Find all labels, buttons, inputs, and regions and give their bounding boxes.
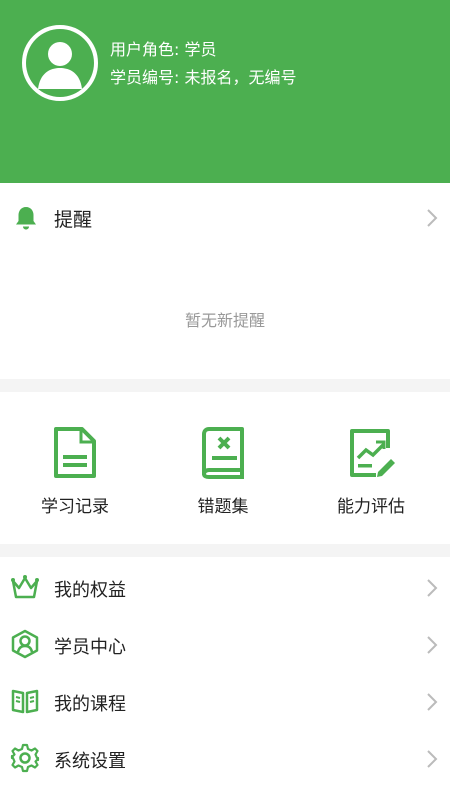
menu-label: 学员中心 [54,637,126,658]
feature-label: 学习记录 [41,497,109,517]
chevron-right-icon [427,636,438,654]
menu-label: 我的课程 [54,694,126,715]
chevron-right-icon [427,579,438,597]
reminder-card: 提醒 暂无新提醒 [0,183,450,379]
settings-menu: 我的权益 学员中心 我的课程 系统设置 [0,557,450,800]
menu-item-student-center[interactable]: 学员中心 [0,616,450,673]
book-icon [202,427,244,479]
feature-study-record[interactable]: 学习记录 [0,426,150,536]
feature-label: 错题集 [197,497,249,517]
feature-ability-assessment[interactable]: 能力评估 [296,426,446,536]
crown-icon [11,575,39,599]
empty-reminders-text: 暂无新提醒 [184,311,265,330]
reminder-header-row[interactable]: 提醒 [0,183,450,255]
user-info: 用户角色: 学员 学员编号: 未报名，无编号 [110,36,296,92]
default-user-icon [26,29,94,97]
student-id: 学员编号: 未报名，无编号 [110,68,297,87]
menu-label: 系统设置 [54,751,126,772]
user-hexagon-icon [11,629,39,659]
feature-label: 能力评估 [337,497,405,517]
profile-header: 用户角色: 学员 学员编号: 未报名，无编号 [0,0,450,183]
menu-item-my-benefits[interactable]: 我的权益 [0,559,450,616]
bell-icon [16,207,36,230]
gear-icon [10,743,40,773]
user-role: 用户角色: 学员 [110,40,217,59]
menu-item-system-settings[interactable]: 系统设置 [0,730,450,787]
reminder-title: 提醒 [54,209,93,231]
document-icon [54,427,96,478]
chevron-right-icon [427,209,438,227]
chevron-right-icon [427,693,438,711]
chart-edit-icon [350,429,395,477]
menu-item-my-courses[interactable]: 我的课程 [0,673,450,730]
open-book-icon [11,689,39,714]
avatar[interactable] [22,25,98,101]
feature-grid: 学习记录 错题集 能力评估 [0,392,450,544]
chevron-right-icon [427,750,438,768]
menu-label: 我的权益 [54,580,126,601]
feature-wrong-questions[interactable]: 错题集 [148,426,298,536]
